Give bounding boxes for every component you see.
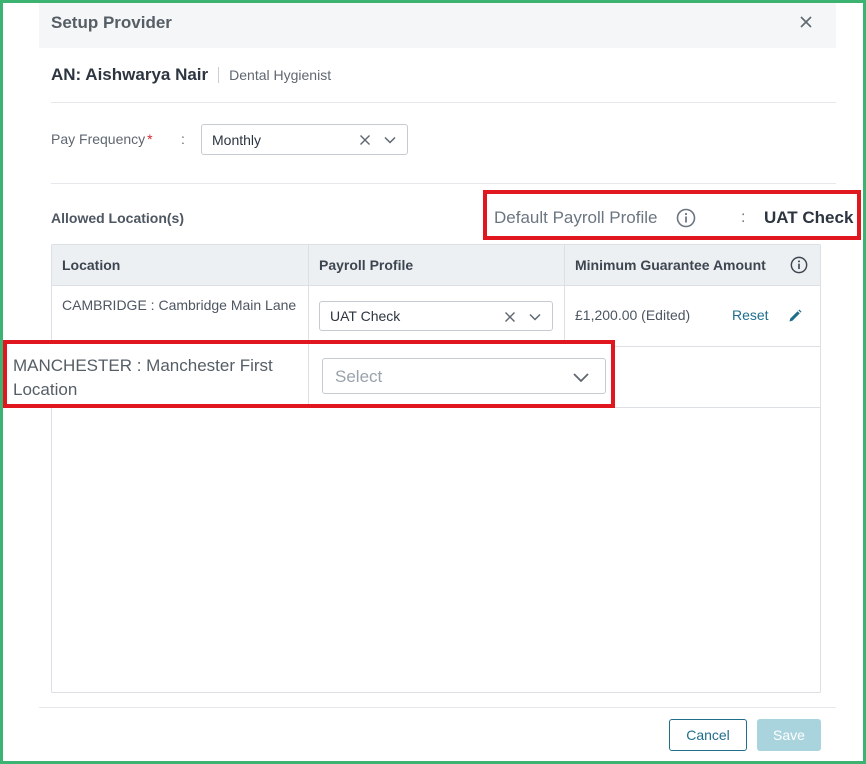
pay-frequency-label: Pay Frequency * [51, 131, 153, 147]
locations-table: Location Payroll Profile Minimum Guarant… [51, 244, 821, 693]
default-payroll-profile: Default Payroll Profile : UAT Check [483, 190, 861, 240]
clear-icon[interactable] [359, 134, 371, 146]
cancel-button[interactable]: Cancel [669, 719, 747, 751]
chevron-down-icon[interactable] [572, 369, 590, 385]
location-cell: CAMBRIDGE : Cambridge Main Lane [62, 297, 297, 313]
payroll-profile-select[interactable]: UAT Check [319, 301, 553, 331]
divider [39, 707, 836, 708]
pay-frequency-value: Monthly [212, 132, 262, 148]
save-button[interactable]: Save [757, 719, 821, 751]
table-header: Location Payroll Profile Minimum Guarant… [52, 245, 820, 285]
allowed-locations-title: Allowed Location(s) [51, 210, 184, 226]
column-header-minimum-guarantee: Minimum Guarantee Amount [575, 257, 766, 273]
chevron-down-icon[interactable] [528, 310, 542, 324]
default-payroll-profile-label: Default Payroll Profile [494, 208, 658, 227]
column-header-payroll-profile: Payroll Profile [319, 257, 414, 273]
chevron-down-icon[interactable] [383, 133, 397, 147]
default-payroll-profile-separator: : [741, 209, 746, 226]
column-divider [564, 245, 565, 346]
payroll-profile-placeholder: Select [335, 367, 383, 386]
divider [218, 67, 220, 83]
close-icon[interactable] [798, 14, 814, 30]
provider-info: AN: Aishwarya Nair Dental Hygienist [51, 64, 331, 86]
pay-frequency-select[interactable]: Monthly [201, 124, 408, 155]
info-icon[interactable] [676, 208, 696, 228]
pay-frequency-separator: : [181, 131, 185, 147]
pencil-icon[interactable] [787, 308, 803, 324]
divider [51, 183, 836, 184]
reset-link[interactable]: Reset [732, 307, 769, 323]
info-icon[interactable] [790, 256, 808, 274]
payroll-profile-value: UAT Check [330, 308, 401, 324]
dialog-title: Setup Provider [51, 13, 172, 32]
default-payroll-profile-value: UAT Check [764, 208, 854, 227]
column-divider [308, 344, 309, 404]
row-divider [52, 285, 820, 286]
column-header-location: Location [62, 257, 121, 273]
payroll-profile-select[interactable]: Select [322, 358, 606, 394]
required-marker: * [147, 131, 153, 147]
location-cell: MANCHESTER : Manchester First Location [13, 356, 273, 399]
dialog-header: Setup Provider [39, 3, 836, 48]
minimum-guarantee-amount: £1,200.00 (Edited) [575, 307, 691, 323]
provider-role: Dental Hygienist [229, 67, 332, 83]
divider [51, 102, 836, 103]
provider-name: AN: Aishwarya Nair [51, 65, 209, 84]
clear-icon[interactable] [504, 311, 516, 323]
table-row: MANCHESTER : Manchester First Location S… [3, 340, 615, 408]
